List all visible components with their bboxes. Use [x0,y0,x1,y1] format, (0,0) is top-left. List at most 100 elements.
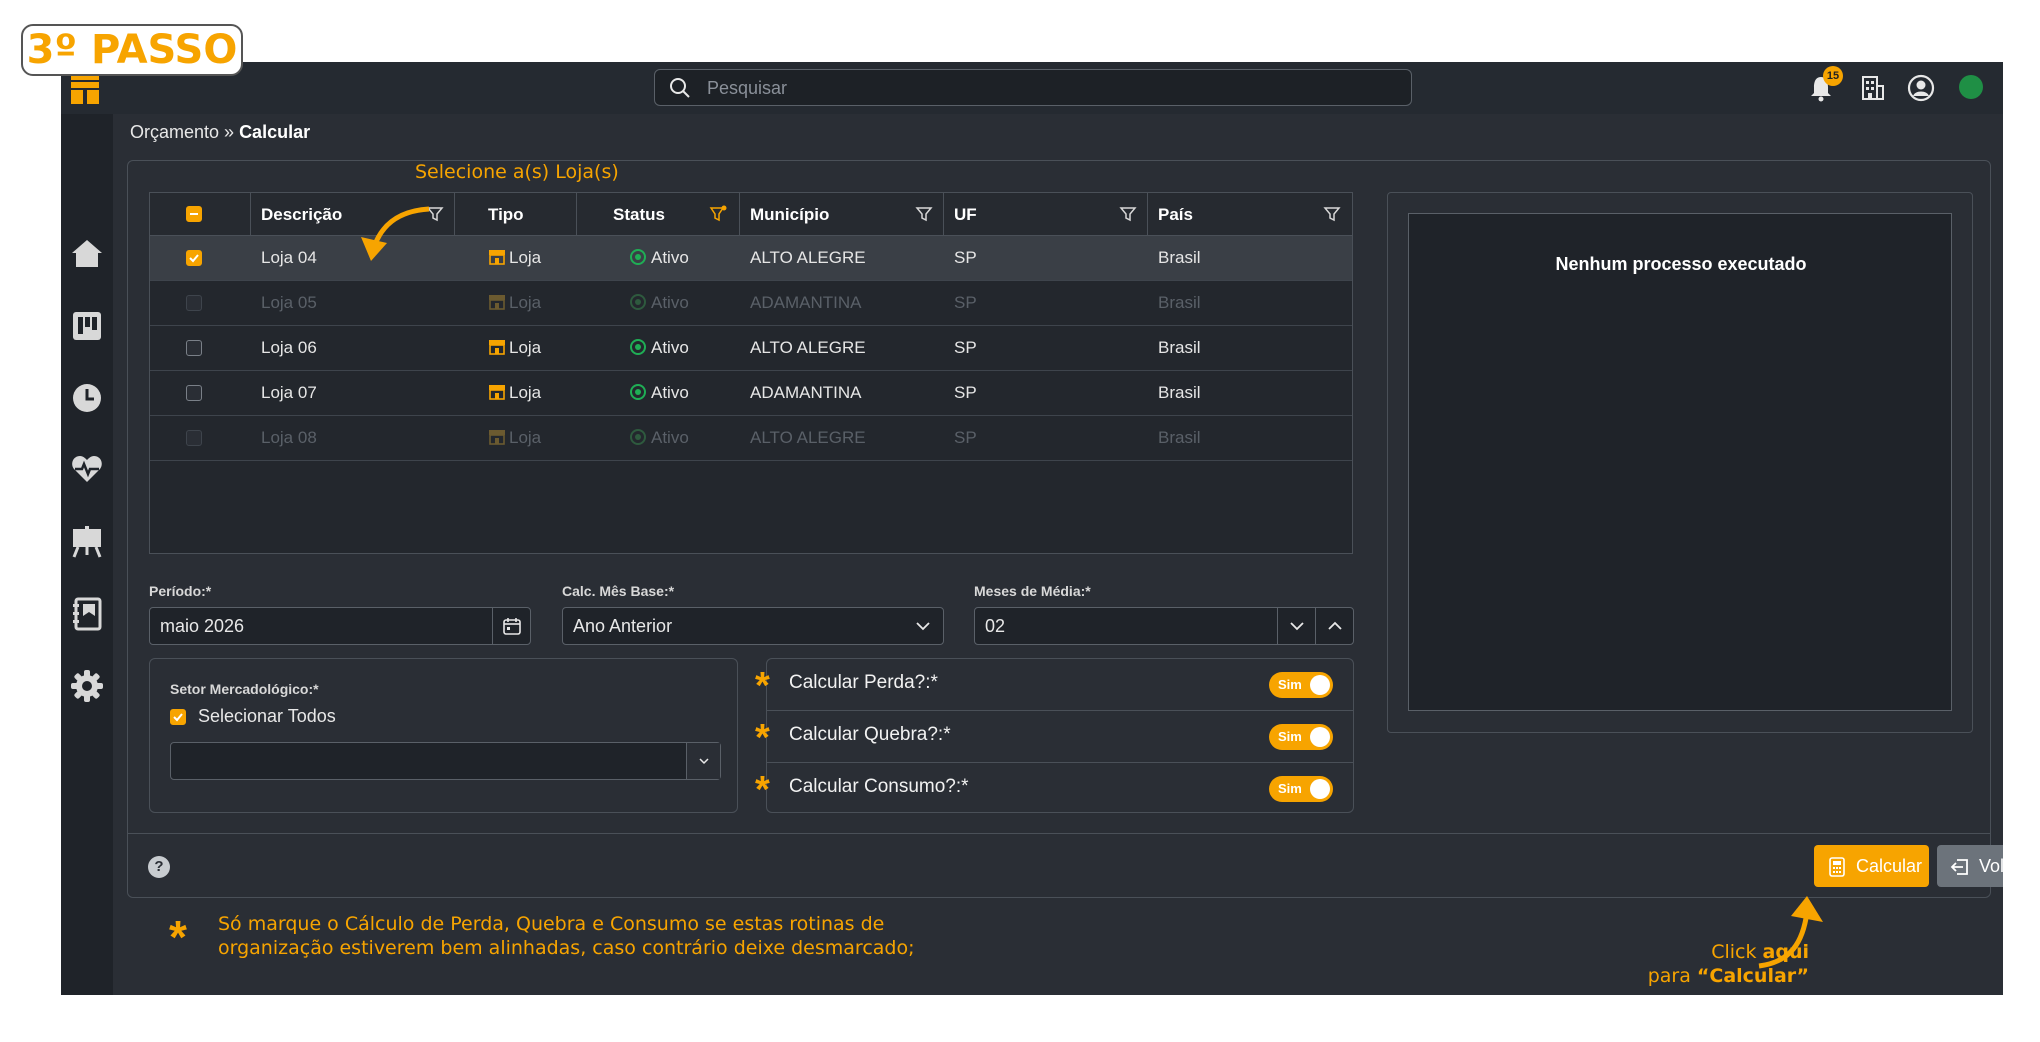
cell-tipo: Loja [488,281,541,325]
setor-select[interactable] [170,742,721,780]
decrement-button[interactable] [1277,608,1315,644]
filter-icon[interactable] [1119,205,1137,223]
search-input[interactable]: Pesquisar [654,69,1412,106]
voltar-button[interactable]: Voltar [1937,845,2003,887]
calcular-perda-toggle[interactable]: Sim [1269,672,1333,698]
cell-descricao: Loja 05 [261,293,317,312]
toggle-row-quebra: Calcular Quebra?:* Sim [767,711,1353,763]
status-active-icon [630,339,646,355]
column-header-uf[interactable]: UF [944,193,1148,236]
filter-icon[interactable] [1323,205,1341,223]
filter-icon[interactable] [915,205,933,223]
chevron-down-icon [699,758,709,765]
cell-uf: SP [954,293,977,312]
search-placeholder: Pesquisar [707,78,788,98]
row-checkbox[interactable] [186,385,202,401]
toggle-label: Calcular Perda?:* [789,672,938,693]
stores-table: Descrição Tipo Status Município UF País … [149,192,1353,554]
calculator-icon [1829,857,1845,877]
help-icon[interactable]: ? [148,856,170,878]
column-header-tipo[interactable]: Tipo [455,193,577,236]
home-icon[interactable] [69,236,105,272]
mes-base-select[interactable]: Ano Anterior [562,607,944,645]
calcular-quebra-toggle[interactable]: Sim [1269,724,1333,750]
increment-button[interactable] [1315,608,1353,644]
step-badge: 3º PASSO [21,24,243,76]
kanban-icon[interactable] [69,308,105,344]
note-star-icon: * [169,911,187,963]
gear-icon[interactable] [69,668,105,704]
row-checkbox[interactable] [186,340,202,356]
notification-badge: 15 [1823,66,1843,86]
header-select-all [150,193,251,236]
panel-footer: ? Calcular Voltar [128,833,2003,897]
note-line-1: Só marque o Cálculo de Perda, Quebra e C… [218,913,885,935]
cell-descricao: Loja 07 [261,383,317,402]
cell-uf: SP [954,338,977,357]
column-header-municipio[interactable]: Município [740,193,944,236]
column-header-pais[interactable]: País [1148,193,1352,236]
table-row[interactable]: Loja 04 Loja Ativo ALTO ALEGRE SP Brasil [150,236,1352,281]
building-icon[interactable] [1858,74,1886,102]
periodo-field[interactable]: maio 2026 [149,607,531,645]
notebook-icon[interactable] [69,596,105,632]
status-active-icon [630,294,646,310]
top-bar: Pesquisar 15 [61,62,2003,114]
store-icon [489,295,505,310]
status-active-icon [630,249,646,265]
annotation-select-stores: Selecione a(s) Loja(s) [415,161,619,183]
setor-dropdown-button[interactable] [686,743,720,779]
calcular-consumo-toggle[interactable]: Sim [1269,776,1333,802]
toggle-row-consumo: Calcular Consumo?:* Sim [767,763,1353,815]
chevron-down-icon [916,622,930,631]
row-checkbox[interactable] [186,250,202,266]
cell-status: Ativo [630,236,689,280]
cell-pais: Brasil [1158,293,1201,312]
toggle-label: Calcular Quebra?:* [789,724,951,745]
table-row: Loja 08 Loja Ativo ALTO ALEGRE SP Brasil [150,416,1352,461]
exit-icon [1950,859,1968,875]
toggle-row-perda: Calcular Perda?:* Sim [767,659,1353,711]
cell-status: Ativo [630,326,689,370]
cell-tipo: Loja [488,326,541,370]
calculation-options-box: Calcular Perda?:* Sim Calcular Quebra?:*… [766,658,1354,813]
cell-status: Ativo [630,371,689,415]
select-all-checkbox[interactable] [186,206,202,222]
store-icon [489,385,505,400]
cell-pais: Brasil [1158,428,1201,447]
cell-tipo: Loja [488,236,541,280]
breadcrumb-parent[interactable]: Orçamento [130,122,219,142]
calcular-button[interactable]: Calcular [1814,845,1929,887]
cell-municipio: ADAMANTINA [750,293,862,312]
chevron-down-icon [1290,622,1304,631]
table-row[interactable]: Loja 07 Loja Ativo ADAMANTINA SP Brasil [150,371,1352,416]
note-text: Só marque o Cálculo de Perda, Quebra e C… [218,912,915,960]
meses-media-field[interactable]: 02 [974,607,1354,645]
chevron-up-icon [1328,621,1342,630]
store-icon [489,250,505,265]
cell-status: Ativo [630,281,689,325]
heartbeat-icon[interactable] [69,451,105,487]
cell-descricao: Loja 08 [261,428,317,447]
cell-municipio: ADAMANTINA [750,383,862,402]
toggle-label: Calcular Consumo?:* [789,776,969,797]
cell-pais: Brasil [1158,383,1201,402]
calendar-button[interactable] [492,608,530,644]
select-all-setor-checkbox[interactable] [170,709,186,725]
breadcrumb: Orçamento » Calcular [130,122,310,143]
cell-tipo: Loja [488,371,541,415]
annotation-arrow-icon [361,206,430,261]
table-row: Loja 05 Loja Ativo ADAMANTINA SP Brasil [150,281,1352,326]
calendar-icon [503,618,521,635]
clock-icon[interactable] [69,380,105,416]
presentation-icon[interactable] [69,524,105,560]
filter-active-icon[interactable] [709,205,727,223]
user-icon[interactable] [1907,74,1935,102]
cell-uf: SP [954,248,977,267]
annotation-arrow-icon [1758,896,1823,969]
logo-icon [71,74,99,104]
table-row[interactable]: Loja 06 Loja Ativo ALTO ALEGRE SP Brasil [150,326,1352,371]
cell-municipio: ALTO ALEGRE [750,248,866,267]
select-all-setor-label[interactable]: Selecionar Todos [198,706,336,727]
note-line-2: organização estiverem bem alinhadas, cas… [218,937,915,959]
